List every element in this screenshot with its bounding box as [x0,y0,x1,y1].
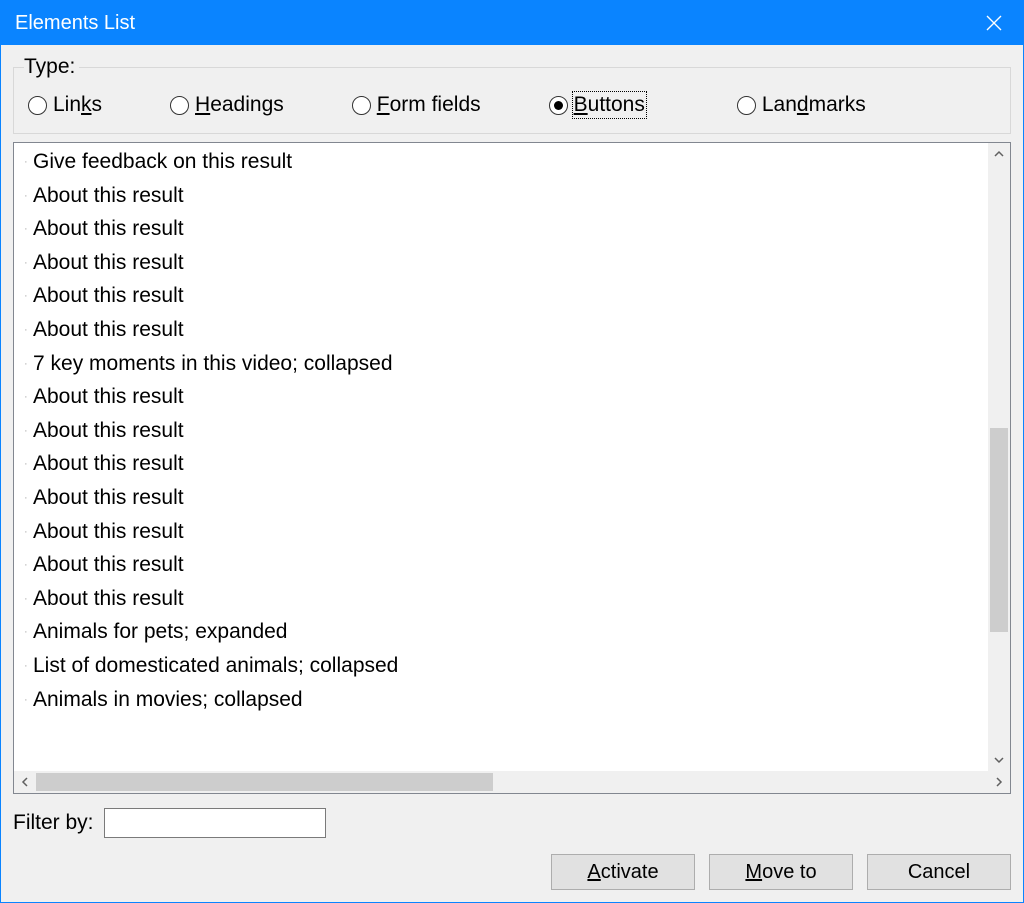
tree-connector-icon: · [24,314,32,348]
radio-icon [549,96,568,115]
list-item-label: About this result [33,447,184,481]
vertical-scrollbar[interactable] [988,143,1010,771]
list-item-label: About this result [33,481,184,515]
list-item[interactable]: ·About this result [14,279,988,313]
type-radios: Links Headings Form fields [24,87,1000,117]
radio-icon [737,96,756,115]
tree-connector-icon: · [24,583,32,617]
list-item[interactable]: ·About this result [14,380,988,414]
vscroll-thumb[interactable] [990,428,1008,632]
type-groupbox: Type: Links Headings [13,55,1011,134]
radio-buttons-label: Buttons [574,93,645,117]
window-title: Elements List [15,12,135,35]
filter-row: Filter by: [13,794,1011,842]
hscroll-track[interactable] [36,771,988,793]
list-item[interactable]: ·About this result [14,414,988,448]
horizontal-scrollbar[interactable] [14,771,1010,793]
tree-connector-icon: · [24,415,32,449]
tree-connector-icon: · [24,616,32,650]
tree-connector-icon: · [24,448,32,482]
tree-connector-icon: · [24,549,32,583]
tree-connector-icon: · [24,180,32,214]
list-item-label: Animals in movies; collapsed [33,683,303,717]
scroll-down-arrow-icon[interactable] [988,749,1010,771]
list-item-label: About this result [33,548,184,582]
tree-connector-icon: · [24,684,32,718]
list-view: ·Give feedback on this result·About this… [14,143,1010,771]
radio-headings-label: Headings [195,93,284,117]
radio-links[interactable]: Links [28,93,102,117]
tree-connector-icon: · [24,348,32,382]
elements-list-wrap: ·Give feedback on this result·About this… [13,142,1011,794]
tree-connector-icon: · [24,482,32,516]
titlebar: Elements List [1,1,1023,45]
radio-landmarks[interactable]: Landmarks [737,93,866,117]
list-item[interactable]: ·About this result [14,515,988,549]
scroll-up-arrow-icon[interactable] [988,143,1010,165]
list-item[interactable]: ·About this result [14,582,988,616]
radio-landmarks-label: Landmarks [762,93,866,117]
filter-input[interactable] [104,808,326,838]
list-item-label: About this result [33,179,184,213]
type-legend: Type: [24,55,79,79]
list-item-label: Give feedback on this result [33,145,292,179]
radio-formfields-label: Form fields [377,93,481,117]
activate-button[interactable]: Activate [551,854,695,890]
hscroll-thumb[interactable] [36,773,493,791]
list-item-label: About this result [33,313,184,347]
tree-connector-icon: · [24,516,32,550]
elements-listbox[interactable]: ·Give feedback on this result·About this… [13,142,1011,794]
list-item[interactable]: ·About this result [14,481,988,515]
tree-connector-icon: · [24,381,32,415]
vscroll-track[interactable] [988,165,1010,749]
radio-buttons[interactable]: Buttons [549,93,645,117]
list-item-label: About this result [33,582,184,616]
list-item[interactable]: ·Animals in movies; collapsed [14,683,988,717]
scroll-right-arrow-icon[interactable] [988,771,1010,793]
filter-label: Filter by: [13,811,94,835]
close-icon [986,15,1002,31]
tree-connector-icon: · [24,213,32,247]
dialog-window: Elements List Type: Links [0,0,1024,903]
list-item-label: List of domesticated animals; collapsed [33,649,398,683]
list-item[interactable]: ·About this result [14,246,988,280]
tree-connector-icon: · [24,280,32,314]
list-item-label: About this result [33,380,184,414]
radio-headings[interactable]: Headings [170,93,284,117]
radio-icon [170,96,189,115]
window-close-button[interactable] [965,1,1023,45]
scroll-left-arrow-icon[interactable] [14,771,36,793]
list-item[interactable]: ·About this result [14,548,988,582]
list-item[interactable]: ·About this result [14,179,988,213]
list-item[interactable]: ·About this result [14,447,988,481]
list-item[interactable]: ·Animals for pets; expanded [14,615,988,649]
radio-icon [28,96,47,115]
list-item[interactable]: ·About this result [14,313,988,347]
radio-icon [352,96,371,115]
client-area: Type: Links Headings [1,45,1023,902]
list-item[interactable]: ·About this result [14,212,988,246]
cancel-button[interactable]: Cancel [867,854,1011,890]
list-item-label: 7 key moments in this video; collapsed [33,347,393,381]
radio-formfields[interactable]: Form fields [352,93,481,117]
list-item-label: About this result [33,212,184,246]
list-content: ·Give feedback on this result·About this… [14,143,988,771]
list-item-label: About this result [33,246,184,280]
list-item-label: Animals for pets; expanded [33,615,287,649]
action-button-row: Activate Move to Cancel [13,842,1011,890]
list-item[interactable]: ·Give feedback on this result [14,145,988,179]
tree-connector-icon: · [24,146,32,180]
radio-links-label: Links [53,93,102,117]
list-item[interactable]: ·7 key moments in this video; collapsed [14,347,988,381]
tree-connector-icon: · [24,650,32,684]
tree-connector-icon: · [24,247,32,281]
moveto-button[interactable]: Move to [709,854,853,890]
list-item-label: About this result [33,515,184,549]
list-item-label: About this result [33,414,184,448]
list-item[interactable]: ·List of domesticated animals; collapsed [14,649,988,683]
list-item-label: About this result [33,279,184,313]
